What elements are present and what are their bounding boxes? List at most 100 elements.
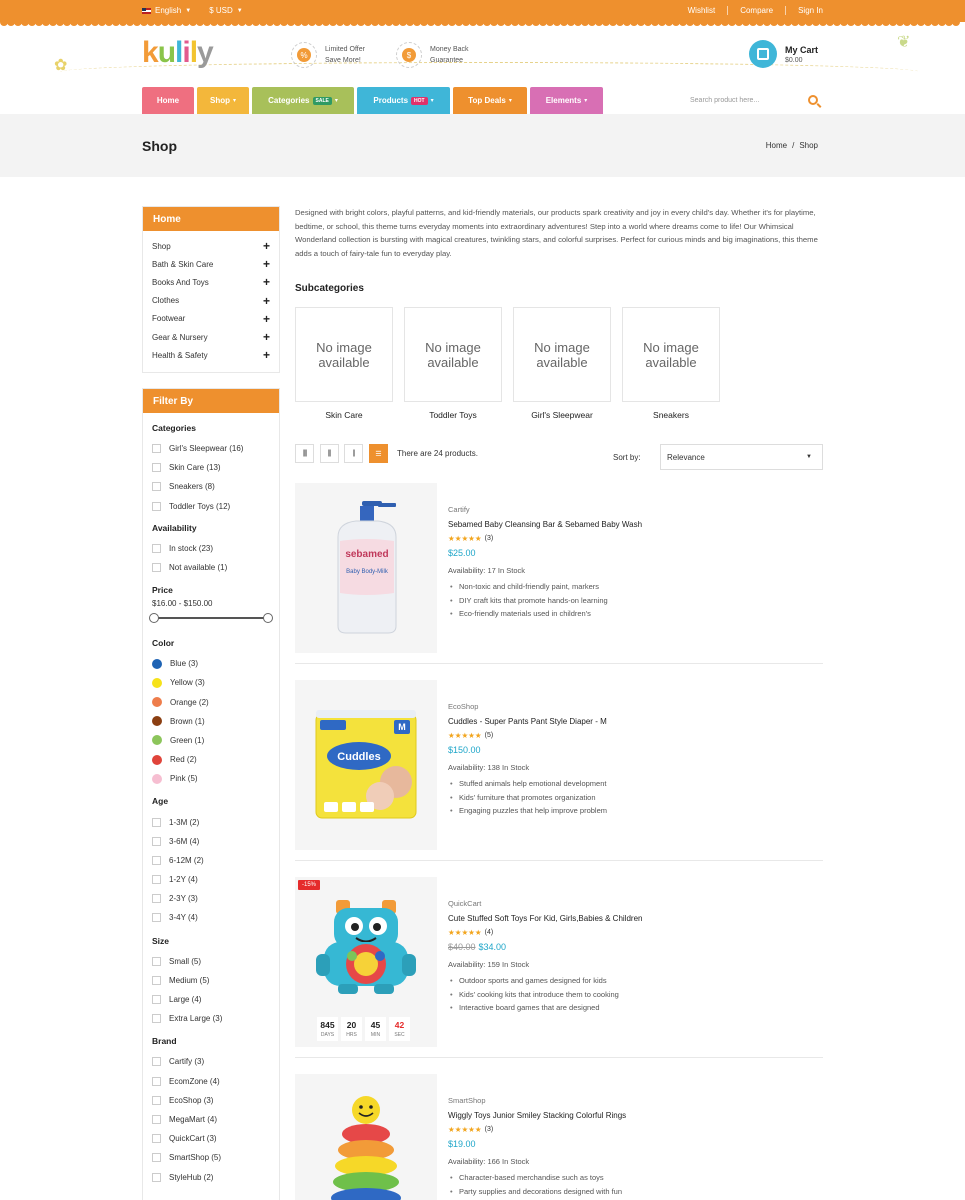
filter-color-option[interactable]: Orange (2) (152, 693, 270, 712)
nav-categories[interactable]: Categories SALE ▾ (252, 87, 354, 114)
search-icon[interactable] (808, 95, 818, 105)
no-image-placeholder[interactable]: No image available (513, 307, 611, 402)
grid-4-view-button[interactable]: |||| (295, 444, 314, 463)
checkbox[interactable] (152, 995, 161, 1005)
color-swatch[interactable] (152, 658, 162, 669)
filter-color-option[interactable]: Red (2) (152, 750, 270, 769)
list-view-button[interactable]: ☰ (368, 444, 388, 463)
checkbox[interactable] (152, 1014, 161, 1024)
checkbox[interactable] (152, 1057, 161, 1067)
checkbox[interactable] (152, 875, 161, 885)
nav-shop[interactable]: Shop ▾ (197, 87, 249, 114)
product-image[interactable] (295, 1074, 437, 1200)
filter-color-option[interactable]: Brown (1) (152, 712, 270, 731)
grid-2-view-button[interactable]: || (344, 444, 363, 463)
filter-brand-option[interactable]: EcomZone (4) (152, 1072, 270, 1091)
checkbox[interactable] (152, 1076, 161, 1086)
sidebar-category-item[interactable]: Health & Safety + (152, 346, 270, 364)
language-selector[interactable]: English ▼ (142, 6, 191, 15)
filter-availability-option[interactable]: In stock (23) (152, 539, 270, 558)
expand-plus-icon[interactable]: + (263, 239, 270, 253)
checkbox[interactable] (152, 975, 161, 985)
wishlist-link[interactable]: Wishlist (676, 6, 728, 15)
filter-size-option[interactable]: Large (4) (152, 990, 270, 1009)
checkbox[interactable] (152, 956, 161, 966)
checkbox[interactable] (152, 1153, 161, 1163)
sidebar-category-item[interactable]: Clothes + (152, 292, 270, 310)
no-image-placeholder[interactable]: No image available (622, 307, 720, 402)
filter-brand-option[interactable]: EcoShop (3) (152, 1091, 270, 1110)
filter-categories-option[interactable]: Toddler Toys (12) (152, 497, 270, 516)
expand-plus-icon[interactable]: + (263, 257, 270, 271)
checkbox[interactable] (152, 836, 161, 846)
subcategory-label[interactable]: Toddler Toys (404, 410, 502, 420)
sidebar-category-item[interactable]: Bath & Skin Care + (152, 255, 270, 273)
checkbox[interactable] (152, 1114, 161, 1124)
filter-brand-option[interactable]: QuickCart (3) (152, 1129, 270, 1148)
nav-home[interactable]: Home (142, 87, 194, 114)
checkbox[interactable] (152, 817, 161, 827)
compare-link[interactable]: Compare (727, 6, 785, 15)
filter-availability-option[interactable]: Not available (1) (152, 558, 270, 577)
expand-plus-icon[interactable]: + (263, 312, 270, 326)
product-name-link[interactable]: Sebamed Baby Cleansing Bar & Sebamed Bab… (448, 520, 818, 529)
no-image-placeholder[interactable]: No image available (404, 307, 502, 402)
product-name-link[interactable]: Cuddles - Super Pants Pant Style Diaper … (448, 717, 818, 726)
product-image[interactable]: M Cuddles (295, 680, 437, 850)
filter-brand-option[interactable]: Cartify (3) (152, 1052, 270, 1071)
breadcrumb-home[interactable]: Home (766, 141, 787, 150)
nav-top-deals[interactable]: Top Deals ▾ (453, 87, 527, 114)
color-swatch[interactable] (152, 735, 162, 746)
subcategory-card[interactable]: No image available Sneakers (622, 307, 720, 420)
checkbox[interactable] (152, 501, 161, 511)
search-input[interactable]: Search product here... (690, 97, 759, 104)
grid-3-view-button[interactable]: ||| (319, 444, 339, 463)
color-swatch[interactable] (152, 716, 162, 727)
subcategory-card[interactable]: No image available Skin Care (295, 307, 393, 420)
currency-selector[interactable]: $ USD ▼ (209, 6, 243, 15)
color-swatch[interactable] (152, 677, 162, 688)
checkbox[interactable] (152, 1095, 161, 1105)
no-image-placeholder[interactable]: No image available (295, 307, 393, 402)
nav-products[interactable]: Products HOT ▾ (357, 87, 450, 114)
color-swatch[interactable] (152, 754, 162, 765)
nav-elements[interactable]: Elements ▾ (530, 87, 603, 114)
product-name-link[interactable]: Cute Stuffed Soft Toys For Kid, Girls,Ba… (448, 914, 818, 923)
subcategory-label[interactable]: Girl's Sleepwear (513, 410, 611, 420)
filter-age-option[interactable]: 6-12M (2) (152, 851, 270, 870)
search-box[interactable]: Search product here... (690, 92, 818, 108)
checkbox[interactable] (152, 1172, 161, 1182)
filter-age-option[interactable]: 3-6M (4) (152, 832, 270, 851)
subcategory-label[interactable]: Sneakers (622, 410, 720, 420)
cart-widget[interactable]: My Cart $0.00 (749, 40, 818, 68)
category-panel-title[interactable]: Home (143, 207, 279, 231)
sidebar-category-item[interactable]: Gear & Nursery + (152, 328, 270, 346)
filter-categories-option[interactable]: Girl's Sleepwear (16) (152, 439, 270, 458)
filter-size-option[interactable]: Extra Large (3) (152, 1009, 270, 1028)
product-image[interactable]: -15% 845 DAYS 20 HRS 45 MIN 42 SEC (295, 877, 437, 1047)
filter-age-option[interactable]: 1-2Y (4) (152, 870, 270, 889)
sort-select[interactable]: Relevance ▼ (660, 444, 823, 470)
subcategory-label[interactable]: Skin Care (295, 410, 393, 420)
filter-brand-option[interactable]: SmartShop (5) (152, 1148, 270, 1167)
checkbox[interactable] (152, 444, 161, 454)
expand-plus-icon[interactable]: + (263, 294, 270, 308)
filter-size-option[interactable]: Medium (5) (152, 971, 270, 990)
filter-age-option[interactable]: 1-3M (2) (152, 812, 270, 831)
filter-color-option[interactable]: Pink (5) (152, 769, 270, 788)
checkbox[interactable] (152, 913, 161, 923)
checkbox[interactable] (152, 543, 161, 553)
price-slider-min-handle[interactable] (149, 613, 159, 624)
expand-plus-icon[interactable]: + (263, 348, 270, 362)
checkbox[interactable] (152, 855, 161, 865)
filter-size-option[interactable]: Small (5) (152, 952, 270, 971)
subcategory-card[interactable]: No image available Toddler Toys (404, 307, 502, 420)
filter-brand-option[interactable]: MegaMart (4) (152, 1110, 270, 1129)
price-slider[interactable] (149, 608, 273, 628)
expand-plus-icon[interactable]: + (263, 330, 270, 344)
site-logo[interactable]: kulily (142, 38, 214, 68)
expand-plus-icon[interactable]: + (263, 275, 270, 289)
checkbox[interactable] (152, 482, 161, 492)
checkbox[interactable] (152, 894, 161, 904)
filter-brand-option[interactable]: StyleHub (2) (152, 1167, 270, 1186)
